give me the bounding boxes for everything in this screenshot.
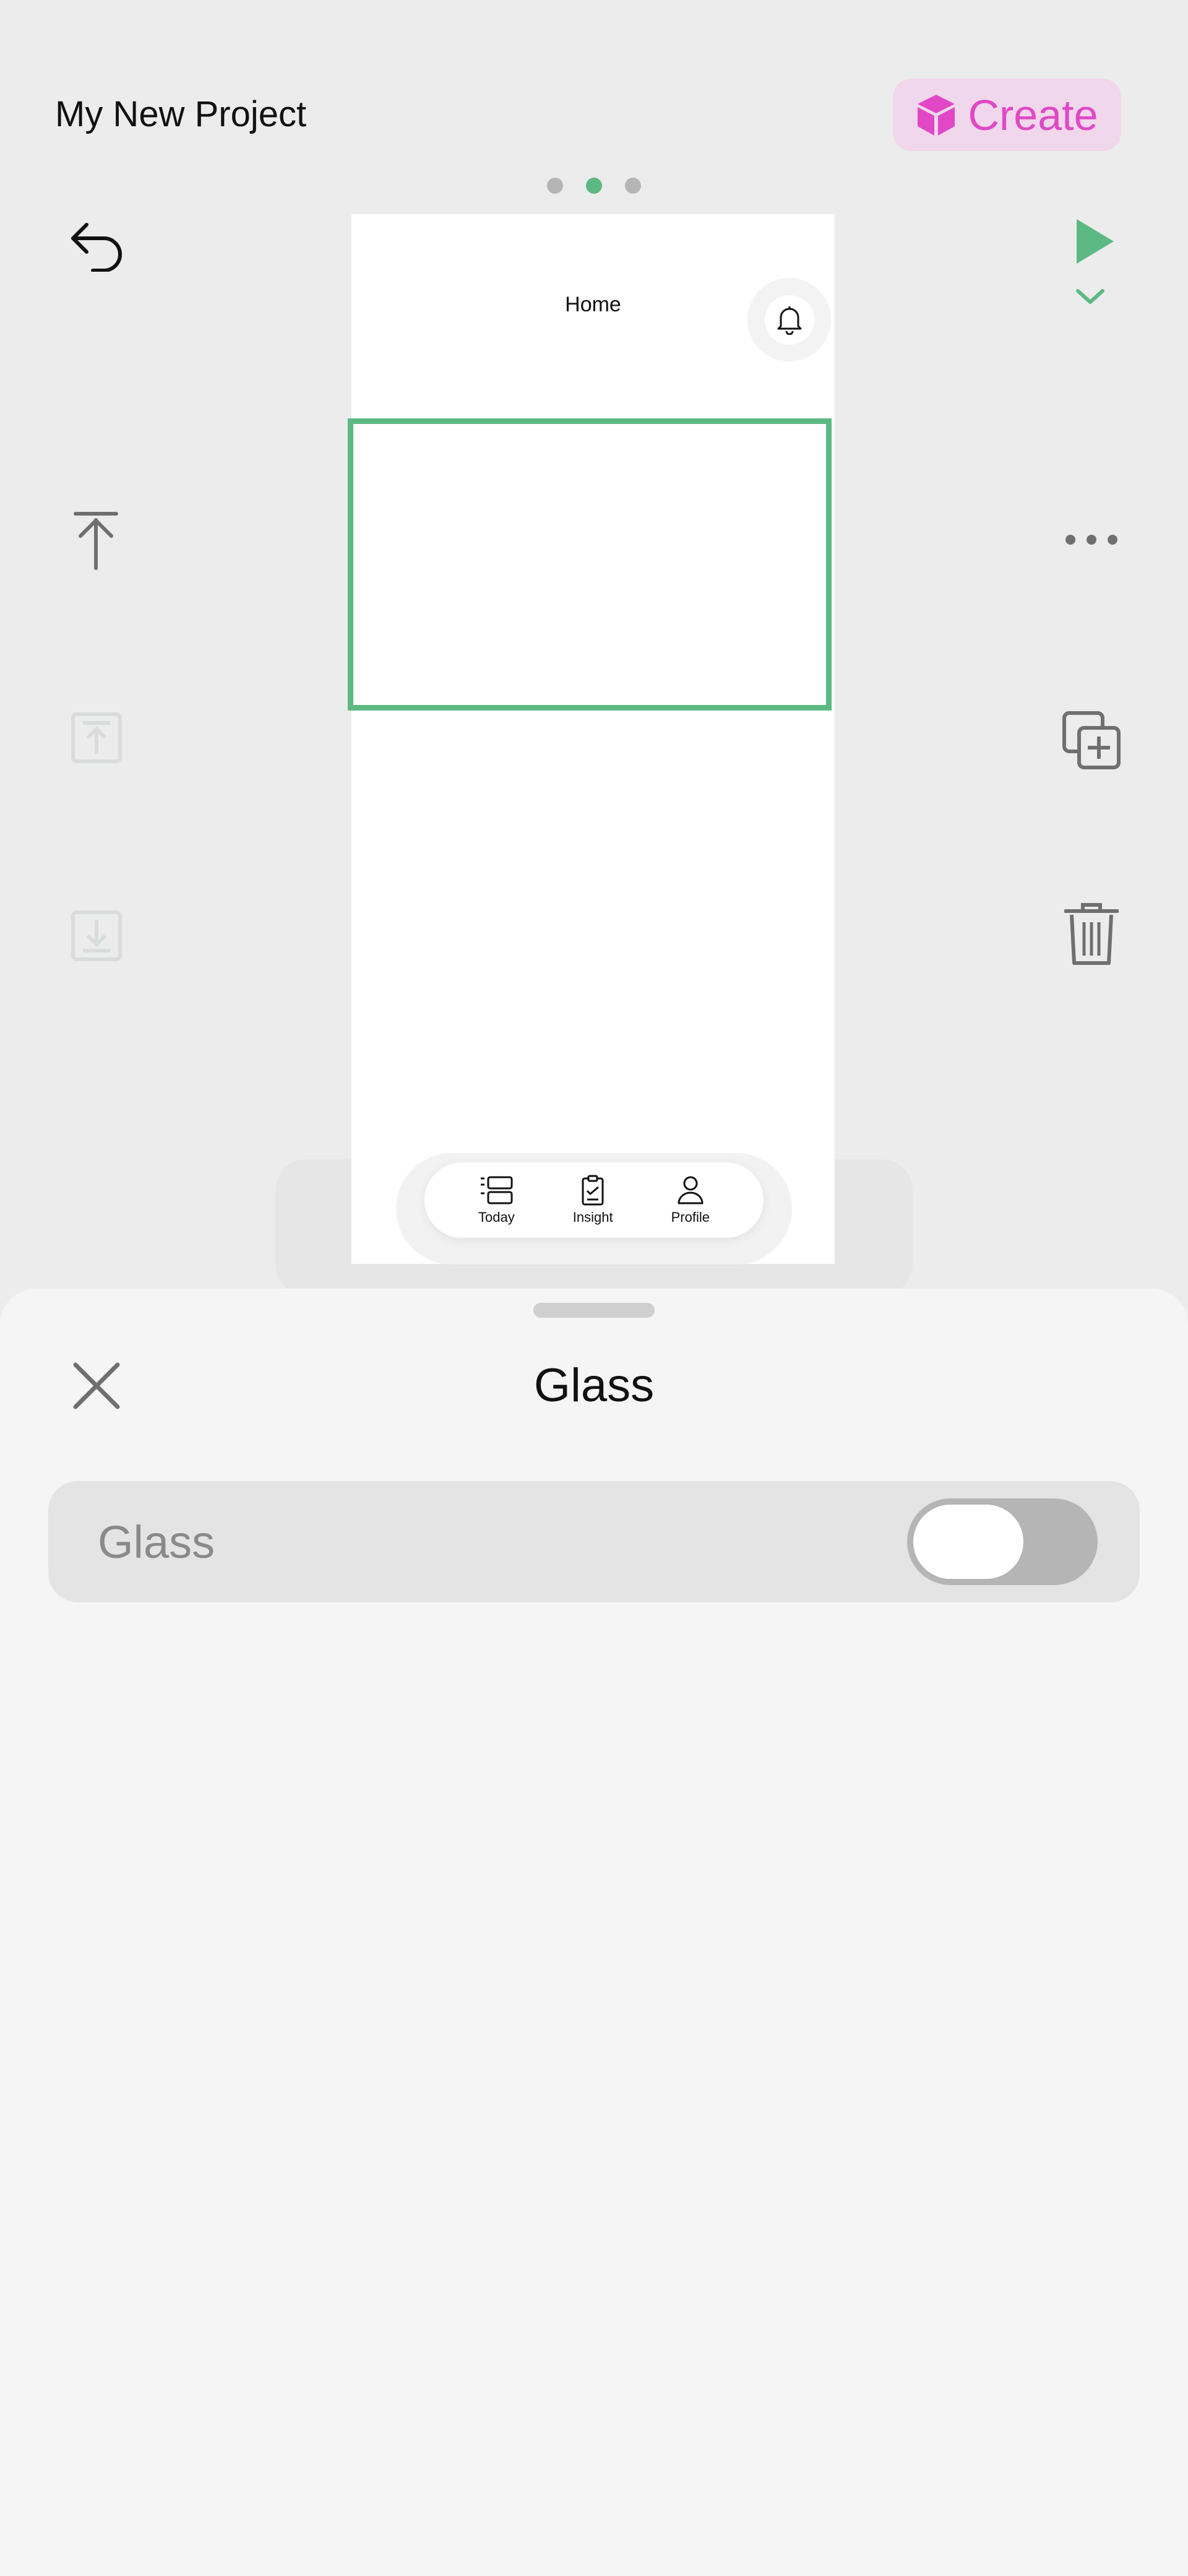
trash-icon[interactable] [1064, 902, 1119, 967]
undo-icon[interactable] [68, 220, 125, 272]
tab-today[interactable]: Today [478, 1175, 515, 1225]
play-icon[interactable] [1073, 217, 1116, 266]
page-dot-3[interactable] [625, 178, 641, 194]
glass-toggle[interactable] [907, 1498, 1098, 1585]
create-label: Create [968, 90, 1098, 139]
person-icon [678, 1176, 704, 1204]
phone-canvas[interactable]: Home Today Insight Profile [348, 214, 835, 1264]
move-to-top-icon[interactable] [73, 511, 119, 571]
sheet-grabber[interactable] [533, 1303, 655, 1318]
page-dot-1[interactable] [547, 178, 563, 194]
tab-insight[interactable]: Insight [573, 1175, 613, 1225]
chevron-down-icon[interactable] [1075, 287, 1105, 306]
project-title: My New Project [55, 94, 307, 134]
page-dot-2[interactable] [586, 178, 602, 194]
tab-profile[interactable]: Profile [671, 1175, 710, 1225]
more-icon[interactable] [1064, 532, 1119, 547]
notification-button[interactable] [747, 278, 831, 361]
sheet-title: Glass [533, 1359, 655, 1412]
tab-today-label: Today [478, 1209, 515, 1225]
selected-component[interactable] [348, 418, 832, 711]
send-backward-icon[interactable] [71, 910, 123, 962]
tab-bar: Today Insight Profile [424, 1162, 764, 1238]
create-button[interactable]: Create [893, 79, 1121, 151]
clipboard-icon [582, 1175, 604, 1206]
bring-forward-icon[interactable] [71, 712, 123, 764]
tab-profile-label: Profile [671, 1209, 710, 1225]
bell-icon [777, 306, 801, 335]
duplicate-icon[interactable] [1062, 711, 1121, 770]
tab-insight-label: Insight [572, 1209, 613, 1225]
glass-setting-row: Glass [48, 1481, 1140, 1602]
list-icon [481, 1176, 513, 1204]
toggle-knob [913, 1505, 1023, 1579]
cube-icon [918, 94, 955, 136]
glass-row-label: Glass [98, 1516, 215, 1568]
